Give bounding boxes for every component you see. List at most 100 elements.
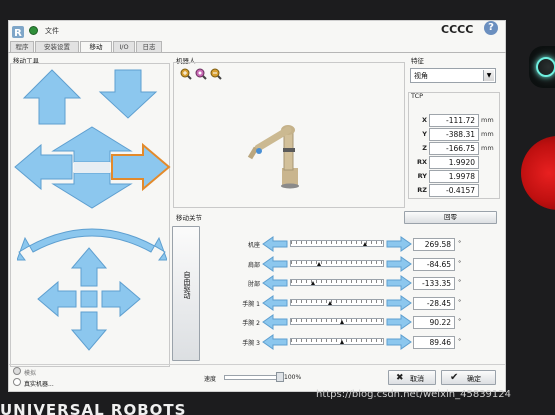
speed-slider-thumb[interactable] — [276, 372, 284, 382]
tool-rotate-up-arrow-icon[interactable] — [70, 247, 108, 287]
slider-tick — [346, 280, 347, 284]
zoom-out-icon[interactable] — [210, 65, 222, 84]
freedrive-button[interactable]: 自由驱动 — [172, 226, 200, 361]
joint-decrease-arrow-icon[interactable] — [262, 275, 288, 295]
slider-tick — [346, 319, 347, 323]
tool-move-down-arrow-icon[interactable] — [98, 68, 158, 124]
zoom-fit-icon[interactable] — [195, 65, 207, 84]
tool-rotate-right-arrow-icon[interactable] — [101, 280, 141, 318]
joint-value-field[interactable]: 90.22 — [413, 316, 455, 330]
joint-increase-arrow-icon[interactable] — [386, 255, 412, 276]
slider-tick — [356, 280, 357, 284]
joint-increase-arrow-icon[interactable] — [386, 294, 412, 315]
tcp-value-field[interactable]: 1.9978 — [429, 170, 479, 183]
joint-value-field[interactable]: -133.35 — [413, 277, 455, 291]
slider-tick — [361, 280, 362, 284]
joint-position-slider[interactable] — [290, 318, 384, 326]
slider-tick — [356, 319, 357, 323]
joint-decrease-arrow-icon[interactable] — [262, 255, 288, 276]
emergency-stop-button[interactable] — [521, 136, 555, 210]
joint-increase-arrow-icon[interactable] — [386, 275, 412, 295]
joint-position-slider[interactable] — [290, 259, 384, 267]
robot-3d-model[interactable] — [232, 118, 312, 194]
power-button[interactable] — [529, 46, 555, 88]
tcp-label: RX — [416, 158, 427, 166]
tcp-value-field[interactable]: -0.4157 — [429, 184, 479, 197]
joint-value-field[interactable]: 269.58 — [413, 238, 455, 251]
slider-tick — [346, 299, 347, 303]
tab-program[interactable]: 程序 — [10, 41, 34, 52]
tcp-label: RY — [417, 172, 427, 180]
feature-select[interactable]: 视角 ▼ — [410, 68, 496, 83]
tab-installation[interactable]: 安装设置 — [35, 41, 79, 52]
joint-decrease-arrow-icon[interactable] — [262, 314, 288, 334]
joint-unit: ° — [458, 278, 462, 287]
slider-tick — [296, 280, 297, 284]
slider-tick — [376, 339, 377, 342]
tcp-value-field[interactable]: -388.31 — [429, 128, 479, 141]
tool-move-up-arrow-icon[interactable] — [22, 68, 82, 130]
slider-tick — [381, 241, 382, 244]
slider-tick — [301, 280, 302, 284]
checkmark-icon: ✔ — [450, 372, 459, 383]
tool-move-left-arrow-icon[interactable] — [14, 143, 73, 191]
help-icon[interactable]: ? — [484, 21, 498, 35]
ok-button[interactable]: ✔ 确定 — [441, 370, 496, 385]
slider-tick — [301, 339, 302, 342]
joint-increase-arrow-icon[interactable] — [386, 236, 412, 256]
slider-tick — [356, 260, 357, 264]
chevron-down-icon[interactable]: ▼ — [483, 70, 494, 81]
joint-label: 机座 — [247, 242, 260, 249]
home-button[interactable]: 回零 — [404, 211, 497, 224]
slider-tick — [311, 241, 312, 244]
tab-io[interactable]: I/O — [113, 41, 135, 52]
zoom-in-icon[interactable] — [180, 65, 192, 84]
tcp-value-field[interactable]: -166.75 — [429, 142, 479, 155]
sim-mode-radio-icon[interactable] — [13, 367, 21, 375]
joint-increase-arrow-icon[interactable] — [386, 334, 412, 354]
slider-tick — [331, 241, 332, 244]
slider-tick — [371, 319, 372, 323]
tool-translate-cross — [13, 125, 171, 214]
tcp-label: Z — [422, 144, 427, 152]
joint-position-slider[interactable] — [290, 279, 384, 287]
slider-tick — [326, 339, 327, 342]
tab-divider — [8, 52, 506, 53]
tool-move-right-arrow-icon[interactable] — [111, 142, 171, 192]
joint-position-slider[interactable] — [290, 240, 384, 247]
tool-rotate-down-arrow-icon[interactable] — [70, 311, 108, 351]
slider-tick — [321, 280, 322, 284]
joint-increase-arrow-icon[interactable] — [386, 314, 412, 334]
joint-value-field[interactable]: 89.46 — [413, 336, 455, 349]
brand-logo: UNIVERSAL ROBOTS — [0, 401, 187, 415]
tab-log[interactable]: 日志 — [136, 41, 162, 52]
cancel-button[interactable]: ✖ 取消 — [388, 370, 436, 385]
slider-tick — [356, 299, 357, 303]
slider-tick — [376, 280, 377, 284]
tcp-value-field[interactable]: -111.72 — [429, 114, 479, 127]
joint-label: 手腕 3 — [242, 340, 260, 347]
speed-slider[interactable] — [224, 375, 282, 380]
slider-tick — [296, 241, 297, 244]
slider-tick — [336, 241, 337, 244]
sim-mode-small: 模拟 — [24, 370, 37, 377]
joint-position-slider[interactable] — [290, 298, 384, 306]
tcp-title: TCP — [411, 92, 424, 100]
joint-decrease-arrow-icon[interactable] — [262, 334, 288, 354]
real-robot-radio-icon[interactable] — [13, 378, 21, 386]
slider-tick — [291, 260, 292, 264]
slider-tick — [361, 319, 362, 323]
joint-position-slider[interactable] — [290, 338, 384, 345]
feature-title: 特征 — [411, 57, 424, 65]
slider-tick — [296, 339, 297, 342]
joint-value-field[interactable]: -28.45 — [413, 296, 455, 310]
joint-decrease-arrow-icon[interactable] — [262, 236, 288, 256]
tcp-value-field[interactable]: 1.9920 — [429, 156, 479, 169]
joint-value-field[interactable]: -84.65 — [413, 257, 455, 271]
slider-tick — [311, 299, 312, 303]
file-menu[interactable]: 文件 — [45, 26, 59, 36]
joint-decrease-arrow-icon[interactable] — [262, 294, 288, 315]
slider-tick — [371, 299, 372, 303]
tool-rotate-left-arrow-icon[interactable] — [37, 280, 77, 318]
slider-tick — [381, 260, 382, 264]
